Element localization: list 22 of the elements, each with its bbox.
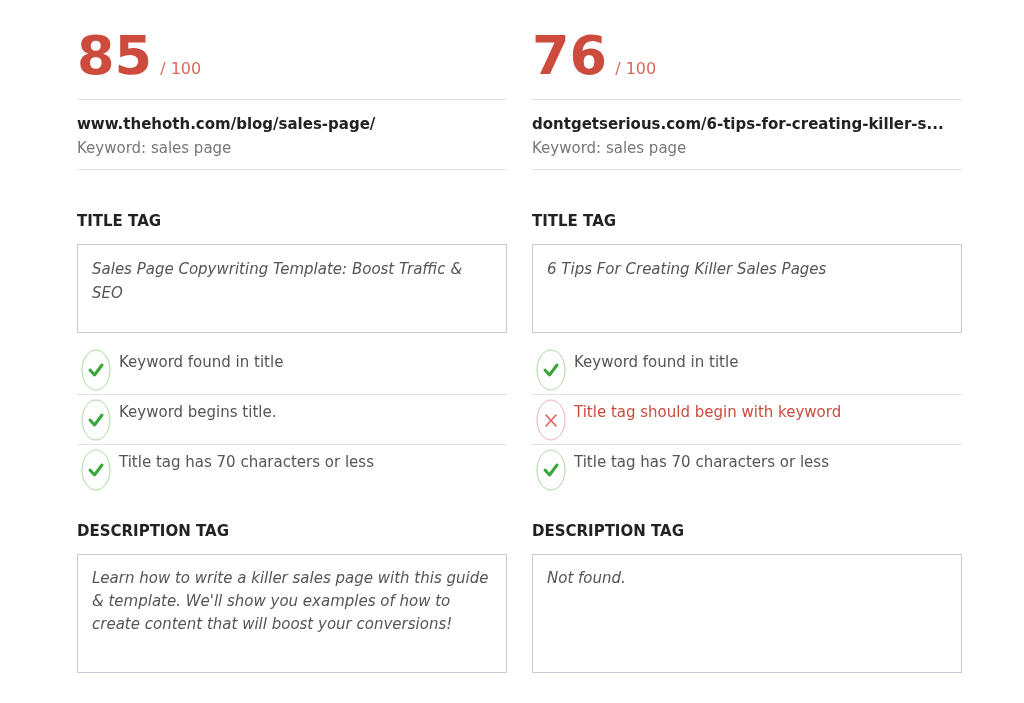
score-max: / 100 xyxy=(615,58,657,80)
score: 76 xyxy=(532,29,608,83)
title-text-box: Sales Page Copywriting Template: Boost Traffic & SEO xyxy=(77,244,507,333)
score-max: / 100 xyxy=(160,58,202,80)
section-heading: TITLE TAG xyxy=(532,211,618,232)
keyword-label: Keyword: sales page xyxy=(532,138,688,159)
check-result: Title tag has 70 characters or less xyxy=(119,452,374,473)
score: 85 xyxy=(77,29,153,83)
description-text-box: Learn how to write a killer sales page with this guide & template. We'll show you examples of how to create content that will boost your conversions! xyxy=(77,554,507,673)
check-result: Title tag should begin with keyword xyxy=(574,402,842,423)
section-heading: DESCRIPTION TAG xyxy=(532,521,685,542)
title-text-box: 6 Tips For Creating Killer Sales Pages xyxy=(532,244,962,333)
keyword-label: Keyword: sales page xyxy=(77,138,233,159)
check-result: Keyword begins title. xyxy=(119,402,277,423)
section-heading: DESCRIPTION TAG xyxy=(77,521,230,542)
check-result: Title tag has 70 characters or less xyxy=(574,452,829,473)
check-result: Keyword found in title xyxy=(574,352,739,373)
check-result: Keyword found in title xyxy=(119,352,284,373)
page-url: www.thehoth.com/blog/sales-page/ xyxy=(77,114,377,135)
page-url: dontgetserious.com/6-tips-for-creating-killer-s... xyxy=(532,114,945,135)
section-heading: TITLE TAG xyxy=(77,211,163,232)
description-text-box: Not found. xyxy=(532,554,962,673)
